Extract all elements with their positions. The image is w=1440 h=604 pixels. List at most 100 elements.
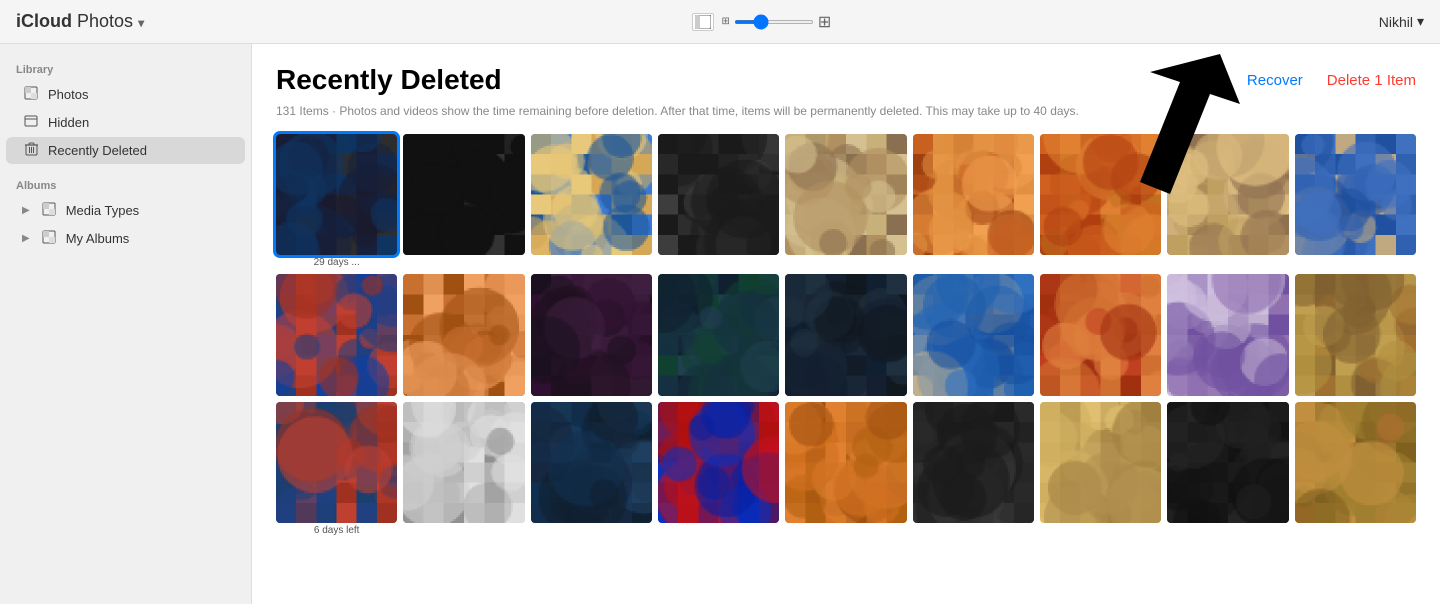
photo-grid: 29 days ... 6 days left [276, 134, 1416, 536]
photo-wrapper [1040, 134, 1161, 268]
photo-cell[interactable] [658, 274, 779, 395]
photo-wrapper [913, 274, 1034, 395]
sidebar-item-media-types[interactable]: ▶ Media Types [6, 197, 245, 224]
user-chevron: ▾ [1417, 13, 1424, 30]
topbar-left: iCloud Photos ▾ [16, 11, 144, 32]
photo-cell[interactable] [658, 402, 779, 523]
expand-arrow-my-albums: ▶ [22, 233, 30, 244]
page-title: Recently Deleted [276, 64, 502, 96]
photo-wrapper [403, 274, 524, 395]
photo-row-0: 29 days ... [276, 134, 1416, 268]
photos-label: Photos [48, 87, 88, 102]
photo-cell[interactable] [1040, 274, 1161, 395]
hidden-icon [22, 114, 40, 131]
sidebar-item-photos[interactable]: Photos [6, 81, 245, 108]
brand-logo: iCloud Photos ▾ [16, 11, 144, 32]
photo-cell[interactable] [1040, 134, 1161, 255]
photo-label: 29 days ... [276, 257, 397, 268]
photo-cell[interactable] [403, 274, 524, 395]
topbar: iCloud Photos ▾ ⊞ ⊞ Nikhil ▾ [0, 0, 1440, 44]
photo-wrapper [403, 134, 524, 268]
photo-wrapper [785, 402, 906, 536]
photo-wrapper [785, 274, 906, 395]
delete-button[interactable]: Delete 1 Item [1327, 72, 1416, 89]
photo-cell[interactable] [276, 402, 397, 523]
view-toggle [692, 13, 714, 31]
photo-row-1 [276, 274, 1416, 395]
photo-cell[interactable] [1040, 402, 1161, 523]
small-grid-icon: ⊞ [722, 16, 730, 27]
content-actions: Recover Delete 1 Item [1247, 72, 1416, 89]
photo-wrapper [1040, 402, 1161, 536]
photo-wrapper [1295, 402, 1416, 536]
photo-cell[interactable] [1295, 274, 1416, 395]
photo-wrapper [913, 134, 1034, 268]
photo-cell[interactable] [531, 402, 652, 523]
media-types-icon [40, 202, 58, 219]
photo-wrapper [658, 134, 779, 268]
sidebar-item-my-albums[interactable]: ▶ My Albums [6, 225, 245, 252]
photo-cell[interactable] [1167, 274, 1288, 395]
user-name: Nikhil [1379, 14, 1413, 30]
photo-cell[interactable] [1167, 402, 1288, 523]
sidebar-item-recently-deleted[interactable]: Recently Deleted [6, 137, 245, 164]
photo-label: 6 days left [276, 525, 397, 536]
hidden-label: Hidden [48, 115, 89, 130]
photo-cell[interactable] [785, 402, 906, 523]
photo-row-2: 6 days left [276, 402, 1416, 536]
size-slider-input[interactable] [734, 20, 814, 24]
large-grid-icon: ⊞ [818, 12, 831, 32]
photo-cell[interactable] [1295, 402, 1416, 523]
photo-cell[interactable] [1295, 134, 1416, 255]
photo-cell[interactable] [913, 134, 1034, 255]
photo-wrapper [913, 402, 1034, 536]
photo-cell[interactable] [658, 134, 779, 255]
user-menu[interactable]: Nikhil ▾ [1379, 13, 1424, 30]
size-slider-container: ⊞ ⊞ [722, 12, 832, 32]
library-section-label: Library [0, 56, 251, 80]
photo-wrapper [1040, 274, 1161, 395]
photo-cell[interactable] [531, 274, 652, 395]
photo-wrapper [1167, 402, 1288, 536]
sidebar-toggle-btn[interactable] [692, 13, 714, 31]
recover-button[interactable]: Recover [1247, 72, 1303, 89]
content-area: Recently Deleted Recover Delete 1 Item 1… [252, 44, 1440, 604]
photo-wrapper: 29 days ... [276, 134, 397, 268]
photo-cell[interactable] [913, 274, 1034, 395]
photo-wrapper [276, 274, 397, 395]
photo-cell[interactable] [785, 274, 906, 395]
media-types-label: Media Types [66, 203, 139, 218]
sidebar-item-hidden[interactable]: Hidden [6, 109, 245, 136]
main-layout: Library Photos Hidden Recently Deleted A… [0, 44, 1440, 604]
photo-cell[interactable] [913, 402, 1034, 523]
photo-cell[interactable] [276, 134, 397, 255]
photo-cell[interactable] [785, 134, 906, 255]
albums-section-label: Albums [0, 172, 251, 196]
photo-wrapper [403, 402, 524, 536]
sidebar-icon [695, 15, 711, 29]
sidebar: Library Photos Hidden Recently Deleted A… [0, 44, 252, 604]
photo-wrapper [1167, 134, 1288, 268]
photo-wrapper [531, 274, 652, 395]
photo-wrapper: 6 days left [276, 402, 397, 536]
trash-icon [22, 142, 40, 159]
photo-wrapper [1295, 134, 1416, 268]
photo-wrapper [658, 274, 779, 395]
content-header: Recently Deleted Recover Delete 1 Item [276, 64, 1416, 96]
photo-cell[interactable] [403, 134, 524, 255]
photo-cell[interactable] [1167, 134, 1288, 255]
photo-cell[interactable] [531, 134, 652, 255]
expand-arrow-media-types: ▶ [22, 205, 30, 216]
photo-cell[interactable] [276, 274, 397, 395]
topbar-center: ⊞ ⊞ [692, 12, 832, 32]
photo-wrapper [658, 402, 779, 536]
photo-wrapper [531, 402, 652, 536]
my-albums-label: My Albums [66, 231, 130, 246]
content-subtitle: 131 Items · Photos and videos show the t… [276, 104, 1416, 118]
photo-wrapper [1167, 274, 1288, 395]
photo-wrapper [785, 134, 906, 268]
photo-wrapper [531, 134, 652, 268]
photo-cell[interactable] [403, 402, 524, 523]
recently-deleted-label: Recently Deleted [48, 143, 147, 158]
photo-wrapper [1295, 274, 1416, 395]
